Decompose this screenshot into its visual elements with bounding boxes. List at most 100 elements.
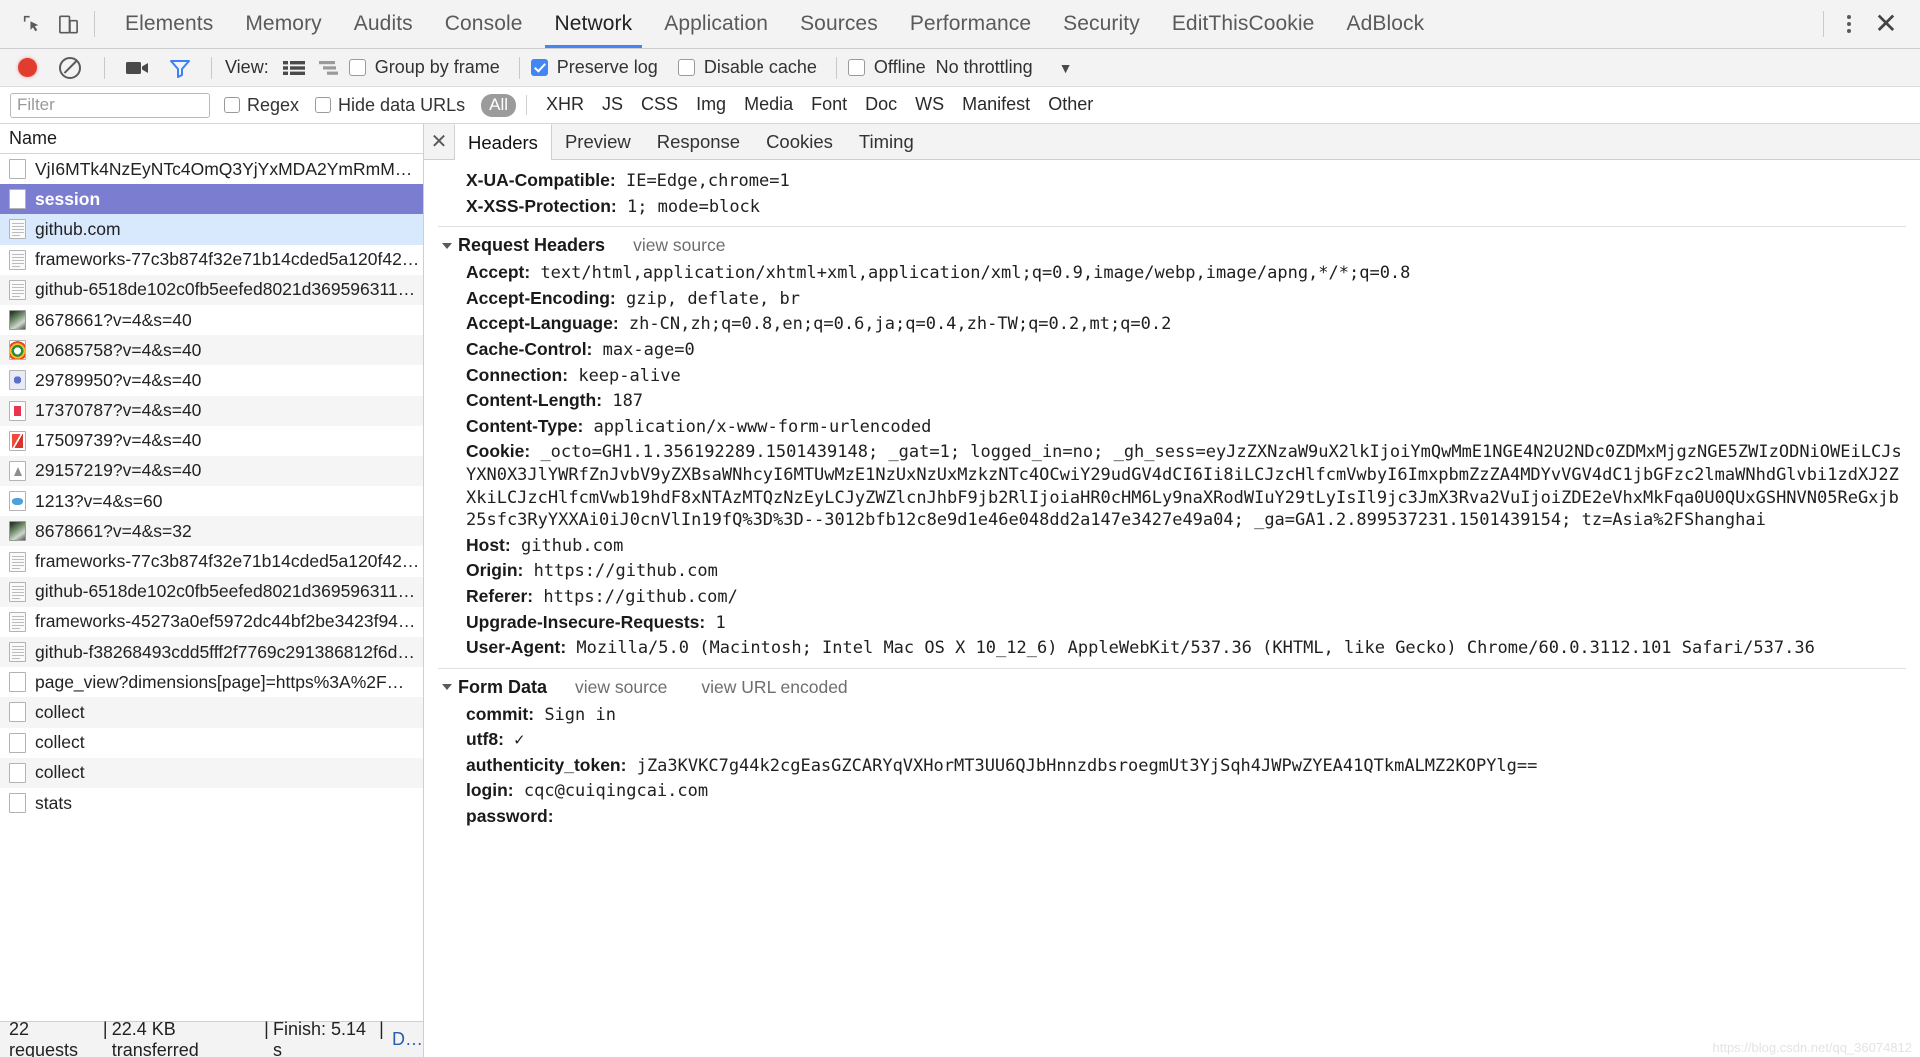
header-value: keep-alive	[578, 366, 680, 386]
type-filter-font[interactable]: Font	[802, 93, 856, 117]
waterfall-view-icon[interactable]	[318, 57, 344, 79]
tab-elements[interactable]: Elements	[109, 0, 229, 48]
tab-sources[interactable]: Sources	[784, 0, 894, 48]
table-row[interactable]: collect	[0, 728, 423, 758]
table-row[interactable]: VjI6MTk4NzEyNTc4OmQ3YjYxMDA2YmRmMD…	[0, 154, 423, 184]
tab-security[interactable]: Security	[1047, 0, 1156, 48]
tab-editthiscookie[interactable]: EditThisCookie	[1156, 0, 1331, 48]
hide-data-urls-checkbox[interactable]: Hide data URLs	[315, 95, 465, 116]
header-row: Accept-Language: zh-CN,zh;q=0.8,en;q=0.6…	[424, 311, 1920, 337]
tab-audits[interactable]: Audits	[338, 0, 429, 48]
table-row[interactable]: collect	[0, 758, 423, 788]
type-filter-js[interactable]: JS	[593, 93, 632, 117]
document-icon	[9, 582, 26, 602]
checkbox-box[interactable]	[315, 97, 331, 113]
headers-content[interactable]: X-UA-Compatible: IE=Edge,chrome=1 X-XSS-…	[424, 160, 1920, 1057]
table-row[interactable]: frameworks-77c3b874f32e71b14cded5a120f42…	[0, 245, 423, 275]
tab-label: Cookies	[766, 131, 833, 153]
tab-performance[interactable]: Performance	[894, 0, 1047, 48]
chevron-down-icon[interactable]: ▼	[1059, 60, 1073, 76]
tab-application[interactable]: Application	[648, 0, 784, 48]
request-list[interactable]: VjI6MTk4NzEyNTc4OmQ3YjYxMDA2YmRmMD… sess…	[0, 154, 423, 1021]
disable-cache-checkbox[interactable]: Disable cache	[678, 57, 817, 78]
table-row[interactable]: session	[0, 184, 423, 214]
filter-input[interactable]	[10, 93, 210, 118]
table-row[interactable]: stats	[0, 788, 423, 818]
checkbox-box[interactable]	[678, 59, 695, 76]
table-row[interactable]: page_view?dimensions[page]=https%3A%2F…	[0, 667, 423, 697]
type-filter-doc[interactable]: Doc	[856, 93, 906, 117]
tab-response[interactable]: Response	[644, 124, 753, 159]
clear-icon[interactable]	[59, 57, 81, 79]
table-row[interactable]: 1213?v=4&s=60	[0, 486, 423, 516]
type-filter-manifest[interactable]: Manifest	[953, 93, 1039, 117]
tab-preview[interactable]: Preview	[552, 124, 644, 159]
table-row[interactable]: 20685758?v=4&s=40	[0, 335, 423, 365]
tab-headers[interactable]: Headers	[454, 124, 552, 160]
type-filter-xhr[interactable]: XHR	[537, 93, 593, 117]
table-row[interactable]: github-f38268493cdd5fff2f7769c291386812f…	[0, 637, 423, 667]
type-filter-img[interactable]: Img	[687, 93, 735, 117]
view-source-link[interactable]: view source	[575, 677, 667, 698]
regex-label: Regex	[247, 95, 299, 116]
summary-more[interactable]: D…	[392, 1029, 423, 1050]
type-filter-other[interactable]: Other	[1039, 93, 1102, 117]
checkbox-box[interactable]	[531, 59, 548, 76]
view-source-link[interactable]: view source	[633, 235, 725, 256]
chevron-down-icon[interactable]	[442, 243, 452, 249]
close-icon[interactable]: ✕	[424, 124, 454, 159]
table-row[interactable]: 29789950?v=4&s=40	[0, 365, 423, 395]
close-icon[interactable]: ✕	[1866, 4, 1906, 44]
view-url-encoded-link[interactable]: view URL encoded	[701, 677, 847, 698]
network-summary-bar: 22 requests | 22.4 KB transferred | Fini…	[0, 1021, 423, 1057]
document-icon	[9, 642, 26, 662]
tab-adblock[interactable]: AdBlock	[1330, 0, 1440, 48]
throttling-value[interactable]: No throttling	[936, 57, 1033, 78]
header-key: Cookie:	[466, 441, 530, 461]
checkbox-box[interactable]	[848, 59, 865, 76]
table-row[interactable]: 8678661?v=4&s=32	[0, 516, 423, 546]
type-filter-media[interactable]: Media	[735, 93, 802, 117]
preserve-log-checkbox[interactable]: Preserve log	[531, 57, 658, 78]
table-row[interactable]: 29157219?v=4&s=40	[0, 456, 423, 486]
summary-sep: |	[374, 1019, 388, 1057]
offline-checkbox[interactable]: Offline	[848, 57, 926, 78]
record-button-icon[interactable]	[18, 58, 37, 77]
camera-icon[interactable]	[125, 59, 151, 77]
request-name: github-f38268493cdd5fff2f7769c291386812f…	[35, 642, 415, 663]
checkbox-box[interactable]	[349, 59, 366, 76]
table-row[interactable]: github-6518de102c0fb5eefed8021d369596311…	[0, 275, 423, 305]
table-row[interactable]: collect	[0, 697, 423, 727]
type-filter-css[interactable]: CSS	[632, 93, 687, 117]
table-row[interactable]: frameworks-45273a0ef5972dc44bf2be3423f94…	[0, 607, 423, 637]
table-row[interactable]: 17509739?v=4&s=40	[0, 426, 423, 456]
section-divider	[438, 226, 1906, 227]
chevron-down-icon[interactable]	[442, 684, 452, 690]
inspect-element-icon[interactable]	[14, 6, 50, 42]
tab-memory[interactable]: Memory	[229, 0, 337, 48]
device-toolbar-icon[interactable]	[50, 6, 86, 42]
header-value: 1; mode=block	[627, 197, 760, 217]
type-filter-ws[interactable]: WS	[906, 93, 953, 117]
tab-label: Preview	[565, 131, 631, 153]
table-row[interactable]: frameworks-77c3b874f32e71b14cded5a120f42…	[0, 546, 423, 576]
table-row[interactable]: github-6518de102c0fb5eefed8021d369596311…	[0, 577, 423, 607]
table-row[interactable]: 8678661?v=4&s=40	[0, 305, 423, 335]
tab-console[interactable]: Console	[429, 0, 539, 48]
group-by-frame-checkbox[interactable]: Group by frame	[349, 57, 500, 78]
funnel-icon[interactable]	[169, 58, 191, 78]
kebab-menu-icon[interactable]	[1832, 7, 1866, 41]
tab-timing[interactable]: Timing	[846, 124, 927, 159]
column-header-name[interactable]: Name	[0, 124, 423, 154]
regex-checkbox[interactable]: Regex	[224, 95, 299, 116]
checkbox-box[interactable]	[224, 97, 240, 113]
tab-network[interactable]: Network	[539, 0, 649, 48]
tab-cookies[interactable]: Cookies	[753, 124, 846, 159]
type-filter-all[interactable]: All	[481, 94, 516, 117]
summary-sep: |	[98, 1019, 112, 1057]
offline-label: Offline	[874, 57, 926, 78]
table-row[interactable]: 17370787?v=4&s=40	[0, 396, 423, 426]
table-row[interactable]: github.com	[0, 214, 423, 244]
blank-file-icon	[9, 159, 26, 179]
list-view-icon[interactable]	[282, 57, 308, 79]
